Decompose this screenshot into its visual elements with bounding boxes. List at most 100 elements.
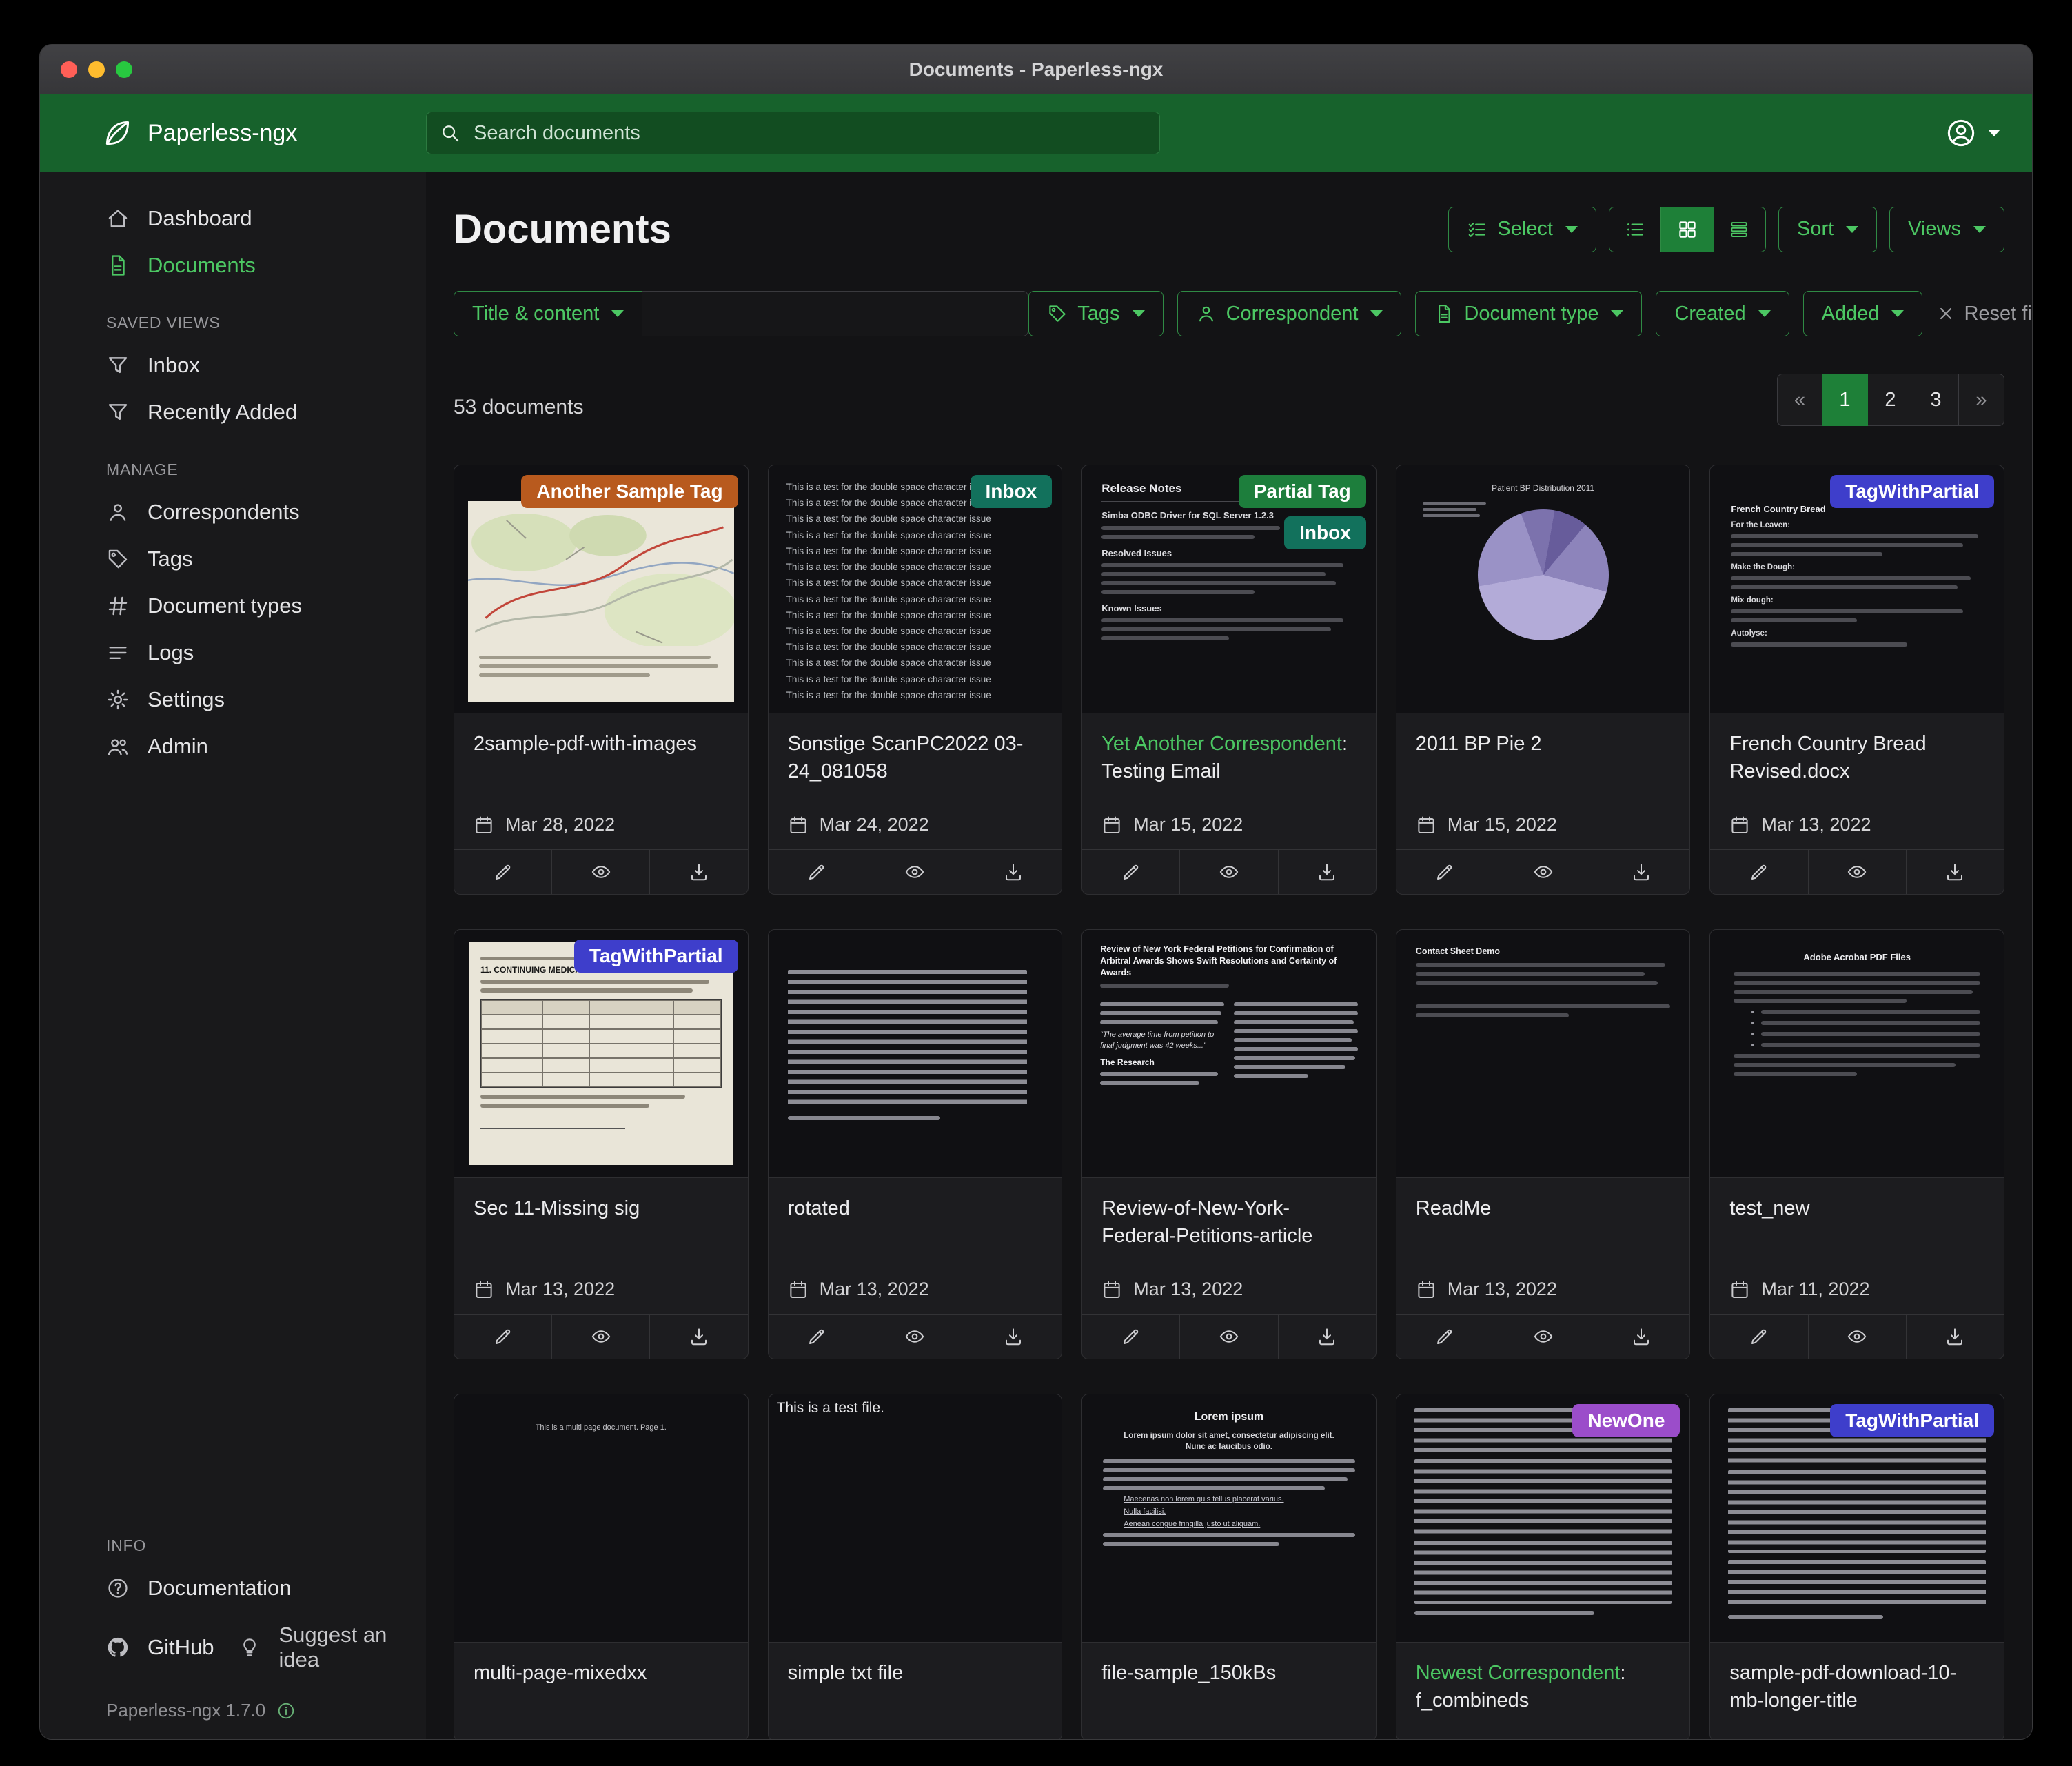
download-button[interactable] — [1906, 1315, 2004, 1359]
brand[interactable]: Paperless-ngx — [40, 118, 426, 148]
document-card[interactable]: Adobe Acrobat PDF Files test_new — [1709, 929, 2004, 1359]
document-title[interactable]: test_new — [1729, 1195, 1984, 1276]
tag-badge[interactable]: TagWithPartial — [1830, 475, 1994, 508]
edit-button[interactable] — [1710, 1315, 1807, 1359]
view-button[interactable] — [551, 1315, 649, 1359]
edit-button[interactable] — [1082, 850, 1179, 894]
document-thumbnail[interactable]: TagWithPartial 11. CONTINUING MEDICAL ED… — [454, 930, 748, 1178]
edit-button[interactable] — [454, 850, 551, 894]
sidebar-item-recently-added[interactable]: Recently Added — [40, 389, 426, 436]
document-title[interactable]: Sonstige ScanPC2022 03-24_081058 — [788, 730, 1043, 811]
edit-button[interactable] — [1082, 1315, 1179, 1359]
document-thumbnail[interactable]: Contact Sheet Demo — [1396, 930, 1690, 1178]
sidebar-item-admin[interactable]: Admin — [40, 723, 426, 770]
document-thumbnail[interactable]: Review of New York Federal Petitions for… — [1082, 930, 1376, 1178]
zoom-window-button[interactable] — [116, 61, 132, 78]
document-thumbnail[interactable]: Lorem ipsum Lorem ipsum dolor sit amet, … — [1082, 1394, 1376, 1643]
select-button[interactable]: Select — [1448, 207, 1596, 252]
reset-filters-button[interactable]: Reset filters — [1936, 303, 2032, 325]
document-title[interactable]: ReadMe — [1416, 1195, 1671, 1276]
document-card[interactable]: This is a test file. simple txt file — [768, 1394, 1063, 1739]
document-title[interactable]: Newest Correspondent: f_combineds — [1416, 1659, 1671, 1739]
view-button[interactable] — [866, 1315, 964, 1359]
sidebar-item-settings[interactable]: Settings — [40, 676, 426, 723]
view-button[interactable] — [866, 850, 964, 894]
sidebar-item-correspondents[interactable]: Correspondents — [40, 489, 426, 536]
tag-badge[interactable]: Inbox — [1284, 516, 1366, 549]
edit-button[interactable] — [1396, 850, 1494, 894]
document-card[interactable]: This is a multi page document. Page 1. m… — [454, 1394, 749, 1739]
document-thumbnail[interactable] — [769, 930, 1062, 1178]
document-thumbnail[interactable]: TagWithPartial — [1710, 1394, 2004, 1643]
download-button[interactable] — [1906, 850, 2004, 894]
view-grid-button[interactable] — [1661, 207, 1714, 252]
correspondent-link[interactable]: Yet Another Correspondent — [1101, 733, 1342, 755]
document-title[interactable]: Sec 11-Missing sig — [474, 1195, 729, 1276]
document-thumbnail[interactable]: Partial Tag Inbox Release Notes Simba OD… — [1082, 465, 1376, 713]
document-card[interactable]: Partial Tag Inbox Release Notes Simba OD… — [1081, 465, 1377, 895]
correspondent-link[interactable]: Newest Correspondent — [1416, 1662, 1621, 1684]
view-button[interactable] — [1808, 850, 1906, 894]
view-button[interactable] — [1179, 850, 1277, 894]
document-thumbnail[interactable]: Patient BP Distribution 2011 — [1396, 465, 1690, 713]
document-thumbnail[interactable]: This is a multi page document. Page 1. — [454, 1394, 748, 1643]
view-button[interactable] — [1808, 1315, 1906, 1359]
document-title[interactable]: simple txt file — [788, 1659, 1043, 1739]
document-title[interactable]: Review-of-New-York-Federal-Petitions-art… — [1101, 1195, 1357, 1276]
sidebar-item-github[interactable]: GitHub — [40, 1624, 221, 1671]
document-thumbnail[interactable]: NewOne — [1396, 1394, 1690, 1643]
user-menu[interactable] — [1945, 117, 2032, 149]
edit-button[interactable] — [1710, 850, 1807, 894]
edit-button[interactable] — [769, 1315, 866, 1359]
download-button[interactable] — [964, 1315, 1062, 1359]
info-circle-icon[interactable] — [276, 1701, 296, 1721]
correspondent-filter-button[interactable]: Correspondent — [1177, 291, 1402, 336]
sidebar-item-suggest-idea[interactable]: Suggest an idea — [221, 1612, 426, 1683]
pagination-page-1[interactable]: 1 — [1822, 374, 1868, 426]
created-filter-button[interactable]: Created — [1656, 291, 1789, 336]
document-thumbnail[interactable]: Adobe Acrobat PDF Files — [1710, 930, 2004, 1178]
close-window-button[interactable] — [61, 61, 77, 78]
sidebar-item-inbox[interactable]: Inbox — [40, 342, 426, 389]
download-button[interactable] — [964, 850, 1062, 894]
filter-query-input[interactable] — [642, 291, 1028, 336]
sort-button[interactable]: Sort — [1778, 207, 1877, 252]
download-button[interactable] — [649, 850, 747, 894]
pagination-prev-button[interactable]: « — [1777, 374, 1822, 426]
document-title[interactable]: 2011 BP Pie 2 — [1416, 730, 1671, 811]
sidebar-item-logs[interactable]: Logs — [40, 629, 426, 676]
view-details-button[interactable] — [1714, 207, 1766, 252]
tag-badge[interactable]: Inbox — [971, 475, 1053, 508]
view-button[interactable] — [1179, 1315, 1277, 1359]
tag-badge[interactable]: TagWithPartial — [1830, 1404, 1994, 1437]
minimize-window-button[interactable] — [88, 61, 105, 78]
edit-button[interactable] — [1396, 1315, 1494, 1359]
download-button[interactable] — [1278, 850, 1376, 894]
edit-button[interactable] — [454, 1315, 551, 1359]
download-button[interactable] — [1278, 1315, 1376, 1359]
search-input[interactable] — [426, 112, 1160, 154]
pagination-next-button[interactable]: » — [1959, 374, 2004, 426]
document-card[interactable]: Another Sample Tag — [454, 465, 749, 895]
tag-badge[interactable]: NewOne — [1572, 1404, 1680, 1437]
document-title[interactable]: rotated — [788, 1195, 1043, 1276]
document-title[interactable]: multi-page-mixedxx — [474, 1659, 729, 1739]
download-button[interactable] — [1592, 1315, 1689, 1359]
document-thumbnail[interactable]: Inbox This is a test for the double spac… — [769, 465, 1062, 713]
document-card[interactable]: NewOne Newest Correspo — [1396, 1394, 1691, 1739]
tag-badge[interactable]: Another Sample Tag — [521, 475, 738, 508]
view-list-button[interactable] — [1609, 207, 1661, 252]
document-thumbnail[interactable]: This is a test file. — [769, 1394, 1062, 1643]
download-button[interactable] — [1592, 850, 1689, 894]
view-button[interactable] — [1494, 850, 1592, 894]
document-card[interactable]: Contact Sheet Demo ReadMe Mar 13, 2022 — [1396, 929, 1691, 1359]
document-title[interactable]: file-sample_150kBs — [1101, 1659, 1357, 1739]
document-title[interactable]: 2sample-pdf-with-images — [474, 730, 729, 811]
document-card[interactable]: Lorem ipsum Lorem ipsum dolor sit amet, … — [1081, 1394, 1377, 1739]
tags-filter-button[interactable]: Tags — [1028, 291, 1163, 336]
download-button[interactable] — [649, 1315, 747, 1359]
views-button[interactable]: Views — [1889, 207, 2004, 252]
document-card[interactable]: Review of New York Federal Petitions for… — [1081, 929, 1377, 1359]
document-thumbnail[interactable]: Another Sample Tag — [454, 465, 748, 713]
document-card[interactable]: Inbox This is a test for the double spac… — [768, 465, 1063, 895]
